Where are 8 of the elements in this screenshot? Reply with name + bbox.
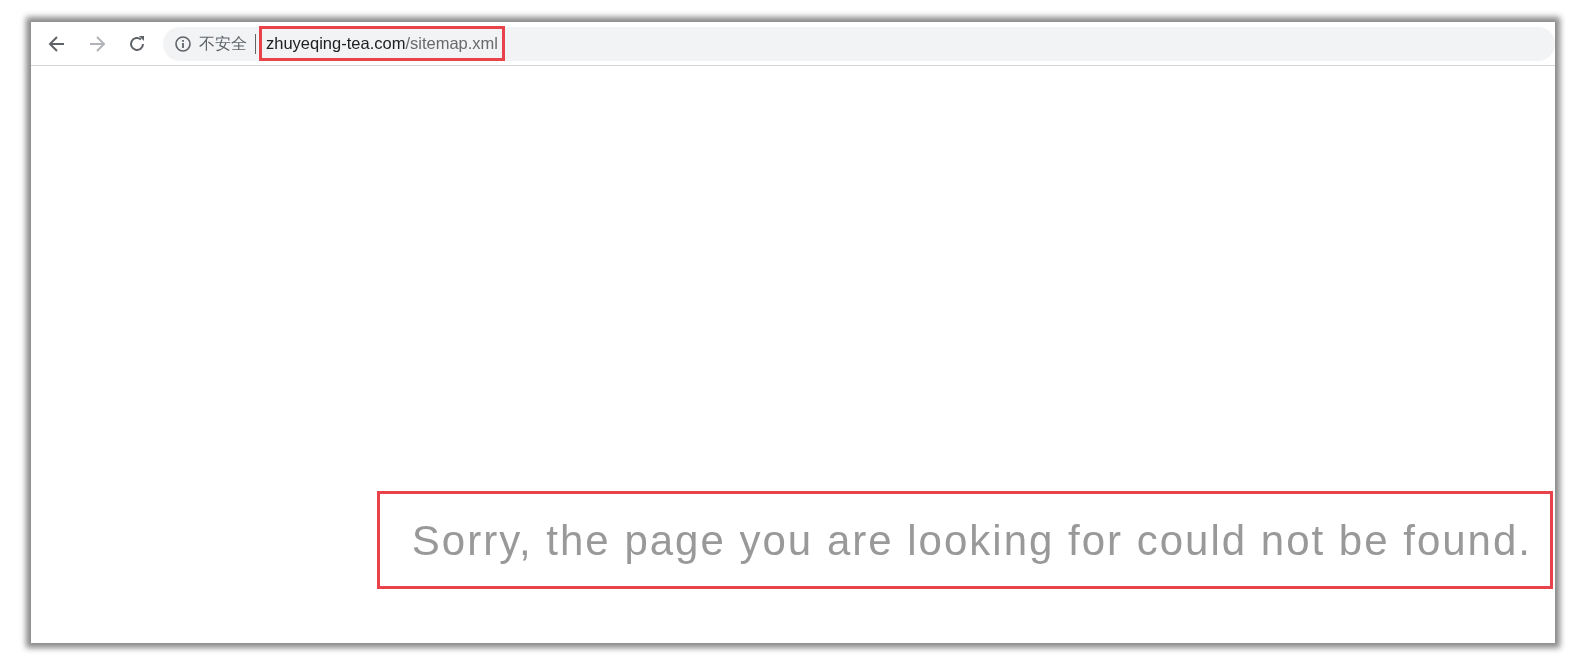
back-arrow-icon xyxy=(48,34,66,53)
reload-icon xyxy=(128,34,146,53)
error-message: Sorry, the page you are looking for could not be found. xyxy=(411,515,1532,566)
info-icon[interactable] xyxy=(175,35,191,52)
security-label: 不安全 xyxy=(199,33,247,54)
address-bar[interactable]: 不安全 zhuyeqing-tea.com/sitemap.xml xyxy=(163,26,1555,61)
forward-arrow-icon xyxy=(88,34,106,53)
url-text[interactable]: zhuyeqing-tea.com/sitemap.xml xyxy=(262,29,503,58)
